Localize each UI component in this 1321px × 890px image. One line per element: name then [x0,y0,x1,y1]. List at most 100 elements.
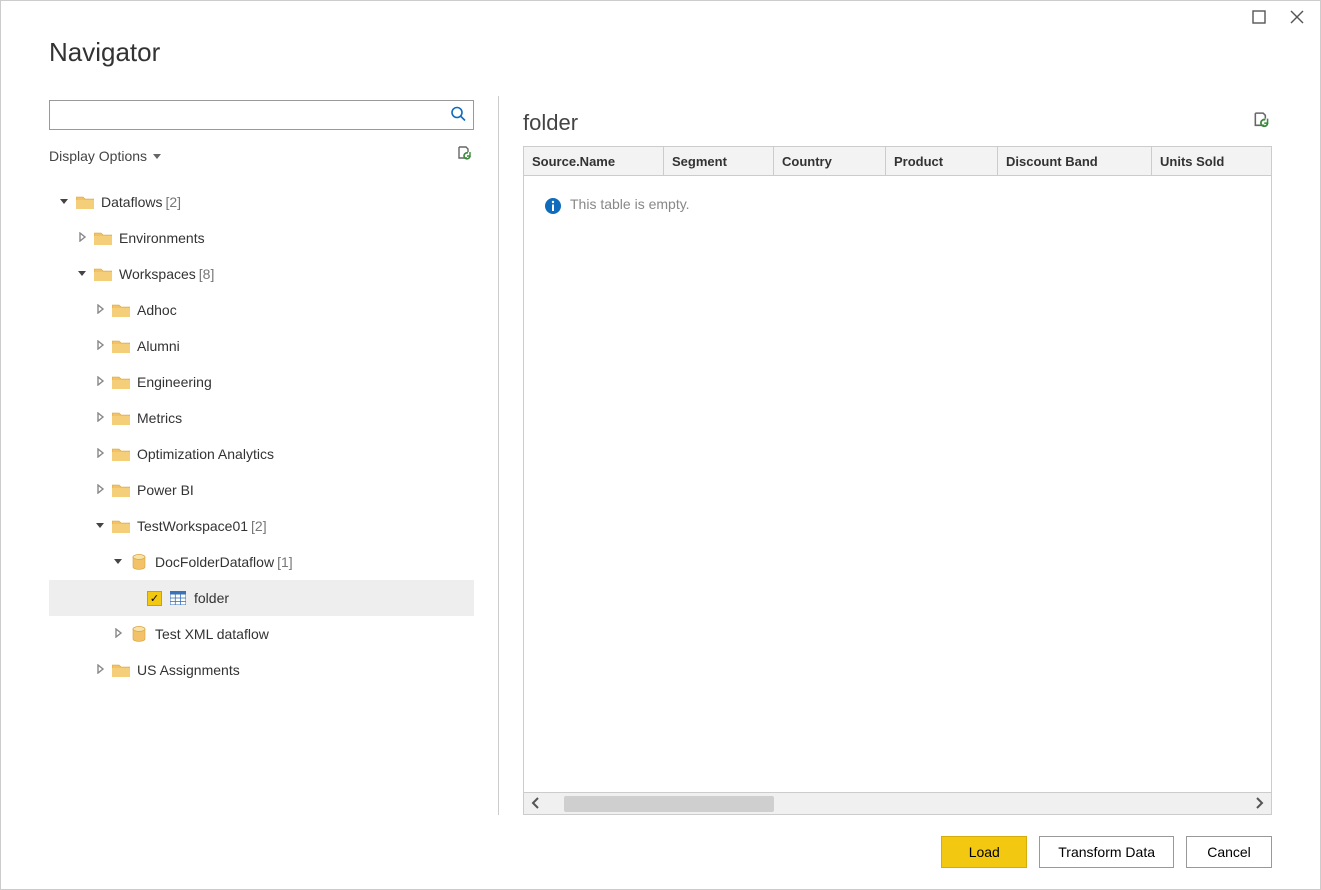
tree-item-label: TestWorkspace01 [137,518,248,534]
empty-message: This table is empty. [570,196,690,212]
display-options-label: Display Options [49,148,147,164]
dialog-content: Display Options Dataflows [2] Environment… [1,96,1320,815]
column-header[interactable]: Source.Name [524,147,664,175]
chevron-right-icon[interactable] [93,483,107,497]
load-button[interactable]: Load [941,836,1027,868]
search-input[interactable] [49,100,474,130]
preview-table-header: Source.NameSegmentCountryProductDiscount… [523,146,1272,176]
close-icon[interactable] [1290,10,1308,28]
info-icon [544,197,562,215]
tree-item[interactable]: Power BI [49,472,474,508]
options-row: Display Options [49,138,474,174]
navigator-dialog: Navigator Display Options Dataflows [2] E… [0,0,1321,890]
scroll-left-icon[interactable] [530,796,542,812]
folder-icon [93,267,113,281]
column-header[interactable]: Units Sold [1152,147,1248,175]
tree-item[interactable]: Workspaces [8] [49,256,474,292]
tree-item-count: [2] [251,518,267,534]
tree-item-label: DocFolderDataflow [155,554,274,570]
tree-item-label: Alumni [137,338,180,354]
column-header[interactable]: Country [774,147,886,175]
tree-item[interactable]: Environments [49,220,474,256]
source-tree[interactable]: Dataflows [2] Environments Workspaces [8] A… [49,184,474,815]
chevron-right-icon[interactable] [75,231,89,245]
tree-item[interactable]: Engineering [49,364,474,400]
chevron-down-icon [153,154,161,159]
search-row [49,100,474,130]
chevron-down-icon[interactable] [111,555,125,569]
column-header[interactable]: Segment [664,147,774,175]
preview-body: This table is empty. [523,176,1272,793]
folder-icon [111,663,131,677]
scroll-right-icon[interactable] [1253,796,1265,812]
titlebar [1,1,1320,37]
tree-item[interactable]: Alumni [49,328,474,364]
tree-item-label: Engineering [137,374,212,390]
display-options-dropdown[interactable]: Display Options [49,148,161,164]
preview-header: folder [523,100,1272,146]
chevron-down-icon[interactable] [57,195,71,209]
maximize-icon[interactable] [1252,10,1270,28]
chevron-right-icon[interactable] [93,339,107,353]
chevron-down-icon[interactable] [75,267,89,281]
dialog-header: Navigator [1,37,1320,96]
tree-item[interactable]: US Assignments [49,652,474,688]
tree-item-count: [8] [199,266,215,282]
chevron-right-icon[interactable] [93,375,107,389]
chevron-right-icon[interactable] [93,447,107,461]
tree-item[interactable]: Optimization Analytics [49,436,474,472]
preview-title: folder [523,110,578,136]
horizontal-scrollbar[interactable] [523,793,1272,815]
tree-item-label: folder [194,590,229,606]
db-icon [129,554,149,570]
column-header[interactable]: Discount Band [998,147,1152,175]
transform-data-button[interactable]: Transform Data [1039,836,1174,868]
tree-item[interactable]: Dataflows [2] [49,184,474,220]
dialog-footer: Load Transform Data Cancel [1,815,1320,889]
folder-icon [111,339,131,353]
folder-icon [75,195,95,209]
scrollbar-thumb[interactable] [564,796,774,812]
table-icon [168,591,188,605]
chevron-right-icon[interactable] [93,663,107,677]
tree-item-label: Environments [119,230,205,246]
chevron-down-icon[interactable] [93,519,107,533]
tree-item-label: Dataflows [101,194,162,210]
preview-refresh-icon[interactable] [1252,112,1272,135]
tree-item-label: Metrics [137,410,182,426]
preview-pane: folder Source.NameSegmentCountryProductD… [523,96,1272,815]
chevron-right-icon[interactable] [111,627,125,641]
folder-icon [111,483,131,497]
dialog-title: Navigator [49,37,1272,68]
search-icon[interactable] [450,106,466,125]
tree-item[interactable]: Test XML dataflow [49,616,474,652]
tree-item-label: Optimization Analytics [137,446,274,462]
tree-item-count: [1] [277,554,293,570]
tree-item[interactable]: DocFolderDataflow [1] [49,544,474,580]
column-header[interactable]: Product [886,147,998,175]
tree-item-label: Adhoc [137,302,177,318]
folder-icon [111,375,131,389]
chevron-right-icon[interactable] [93,411,107,425]
tree-item-label: Workspaces [119,266,196,282]
db-icon [129,626,149,642]
chevron-right-icon[interactable] [93,303,107,317]
tree-item[interactable]: ▷ ✓ folder [49,580,474,616]
cancel-button[interactable]: Cancel [1186,836,1272,868]
tree-item-label: Test XML dataflow [155,626,269,642]
tree-item-label: US Assignments [137,662,240,678]
tree-item[interactable]: Adhoc [49,292,474,328]
folder-icon [111,411,131,425]
checkbox[interactable]: ✓ [147,591,162,606]
navigator-left-pane: Display Options Dataflows [2] Environment… [49,96,499,815]
tree-item-count: [2] [165,194,181,210]
tree-item[interactable]: Metrics [49,400,474,436]
spacer: ▷ [129,591,143,605]
tree-item-label: Power BI [137,482,194,498]
folder-icon [111,519,131,533]
folder-icon [93,231,113,245]
folder-icon [111,303,131,317]
refresh-icon[interactable] [456,146,474,167]
folder-icon [111,447,131,461]
tree-item[interactable]: TestWorkspace01 [2] [49,508,474,544]
